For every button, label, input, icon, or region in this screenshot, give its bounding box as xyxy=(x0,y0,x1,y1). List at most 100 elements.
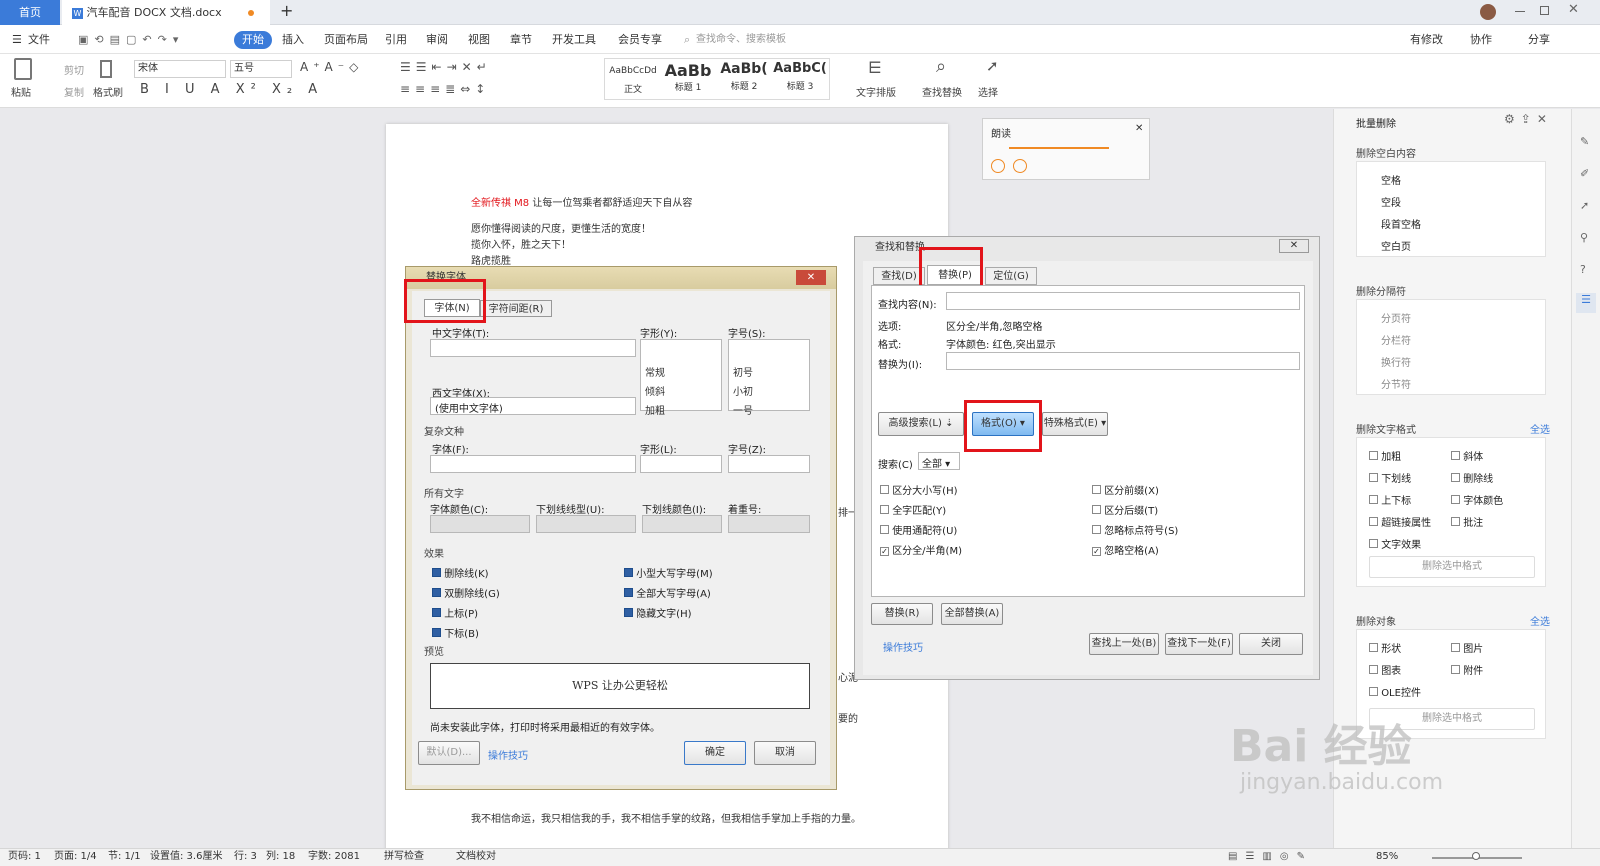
view-mode-icons[interactable]: ▤☰▥◎✎ xyxy=(1228,849,1313,865)
effect-hidden[interactable]: 隐藏文字(H) xyxy=(624,605,692,620)
close-button[interactable]: 关闭 xyxy=(1239,633,1303,655)
fmt-hyperlink-checkbox[interactable] xyxy=(1369,517,1378,526)
fmt-bold-checkbox[interactable] xyxy=(1369,451,1378,460)
complex-font-select[interactable] xyxy=(430,455,636,473)
fmt-comment-checkbox[interactable] xyxy=(1451,517,1460,526)
effect-hidden-checkbox[interactable] xyxy=(624,608,633,617)
spell-check-button[interactable]: 拼写检查 xyxy=(384,849,424,865)
menu-view[interactable]: 视图 xyxy=(468,31,490,49)
obj-picture[interactable]: 图片 xyxy=(1451,640,1483,655)
format-painter-button[interactable]: 格式刷 xyxy=(93,84,123,99)
command-search[interactable]: 查找命令、搜索模板 xyxy=(696,31,786,49)
restore-icon[interactable] xyxy=(1540,6,1549,15)
default-button[interactable]: 默认(D)... xyxy=(418,741,480,765)
fmt-color[interactable]: 字体颜色 xyxy=(1451,492,1503,507)
opt-prefix-checkbox[interactable] xyxy=(1092,485,1101,494)
opt-case-checkbox[interactable] xyxy=(880,485,889,494)
zoom-level[interactable]: 85% xyxy=(1376,849,1398,865)
select-icon[interactable]: ➚ xyxy=(986,57,999,75)
opt-width[interactable]: ✓ 区分全/半角(M) xyxy=(880,542,962,557)
obj-chart-checkbox[interactable] xyxy=(1369,665,1378,674)
fmt-bold[interactable]: 加粗 xyxy=(1369,448,1401,463)
find-dialog-close-icon[interactable]: ✕ xyxy=(1279,239,1309,253)
opt-prefix[interactable]: 区分前缀(X) xyxy=(1092,482,1159,497)
read-aloud-widget[interactable]: 朗读 ✕ xyxy=(982,118,1150,180)
tab-home[interactable]: 首页 xyxy=(0,0,60,25)
zoom-thumb[interactable] xyxy=(1472,852,1480,860)
opt-case[interactable]: 区分大小写(H) xyxy=(880,482,958,497)
advanced-search-button[interactable]: 高级搜索(L) ⇣ xyxy=(878,412,964,436)
style-gallery[interactable]: AaBbCcDd 正文 AaBb 标题 1 AaBb( 标题 2 AaBbC( … xyxy=(604,58,830,100)
menu-file[interactable]: 文件 xyxy=(28,31,50,49)
select-all-objects[interactable]: 全选 xyxy=(1530,613,1550,628)
paste-icon[interactable] xyxy=(14,58,32,80)
opt-width-checkbox[interactable]: ✓ xyxy=(880,547,889,556)
effect-strikethrough-checkbox[interactable] xyxy=(432,568,441,577)
effect-all-caps-checkbox[interactable] xyxy=(624,588,633,597)
replace-with-input[interactable] xyxy=(946,352,1300,370)
opt-wildcards[interactable]: 使用通配符(U) xyxy=(880,522,957,537)
doc-proof-button[interactable]: 文档校对 xyxy=(456,849,496,865)
ok-button[interactable]: 确定 xyxy=(684,741,746,765)
fmt-underline[interactable]: 下划线 xyxy=(1369,470,1411,485)
size-opt-1[interactable]: 初号 xyxy=(733,364,809,379)
tab-char-spacing[interactable]: 字符间距(R) xyxy=(480,300,552,317)
font-color-select[interactable] xyxy=(430,515,530,533)
hamburger-icon[interactable]: ☰ xyxy=(12,31,22,49)
effect-subscript[interactable]: 下标(B) xyxy=(432,625,479,640)
dialog-close-icon[interactable]: ✕ xyxy=(796,270,826,285)
opt-punct[interactable]: 忽略标点符号(S) xyxy=(1092,522,1178,537)
opt-suffix[interactable]: 区分后缀(T) xyxy=(1092,502,1158,517)
menu-member[interactable]: 会员专享 xyxy=(618,31,662,49)
tab-find[interactable]: 查找(D) xyxy=(873,267,925,285)
blank-item-para[interactable]: 空段 xyxy=(1381,194,1401,209)
side-icon-help[interactable]: ? xyxy=(1580,263,1586,276)
avatar[interactable] xyxy=(1480,4,1496,20)
menu-start[interactable]: 开始 xyxy=(234,31,272,49)
underline-color-select[interactable] xyxy=(642,515,722,533)
collaborate-button[interactable]: 协作 xyxy=(1470,31,1492,49)
paste-button[interactable]: 粘贴 xyxy=(11,84,31,99)
underline-style-select[interactable] xyxy=(536,515,636,533)
cn-font-select[interactable] xyxy=(430,339,636,357)
menu-references[interactable]: 引用 xyxy=(385,31,407,49)
align-icons[interactable]: ≡≡≡≣⇔↕ xyxy=(400,82,490,96)
fmt-color-checkbox[interactable] xyxy=(1451,495,1460,504)
panel-icons[interactable]: ⚙⇪✕ xyxy=(1504,112,1553,126)
tab-goto[interactable]: 定位(G) xyxy=(985,267,1037,285)
effect-strikethrough[interactable]: 删除线(K) xyxy=(432,565,489,580)
paragraph-icons[interactable]: ☰☰⇤⇥✕↵ xyxy=(400,60,492,74)
obj-attachment-checkbox[interactable] xyxy=(1451,665,1460,674)
opt-punct-checkbox[interactable] xyxy=(1092,525,1101,534)
blank-item-page[interactable]: 空白页 xyxy=(1381,238,1411,253)
opt-suffix-checkbox[interactable] xyxy=(1092,505,1101,514)
fmt-supsub[interactable]: 上下标 xyxy=(1369,492,1411,507)
fmt-strike[interactable]: 删除线 xyxy=(1451,470,1493,485)
font-name-select[interactable]: 宋体 xyxy=(134,60,226,78)
effect-superscript[interactable]: 上标(P) xyxy=(432,605,478,620)
complex-size-select[interactable] xyxy=(728,455,810,473)
side-icon-4[interactable]: ⚲ xyxy=(1580,231,1588,244)
menu-dev-tools[interactable]: 开发工具 xyxy=(552,31,596,49)
play-icon[interactable] xyxy=(991,159,1005,173)
fmt-italic-checkbox[interactable] xyxy=(1451,451,1460,460)
side-icon-3[interactable]: ➚ xyxy=(1580,199,1589,212)
minimize-icon[interactable] xyxy=(1515,11,1525,12)
menu-chapter[interactable]: 章节 xyxy=(510,31,532,49)
select-button[interactable]: 选择 xyxy=(978,84,998,99)
close-window-icon[interactable]: ✕ xyxy=(1568,2,1579,17)
search-scope-select[interactable]: 全部 ▾ xyxy=(918,452,960,470)
select-all-formats[interactable]: 全选 xyxy=(1530,421,1550,436)
quick-access-icons[interactable]: ▣⟲▤▢↶↷▾ xyxy=(78,31,184,49)
sep-item-column[interactable]: 分栏符 xyxy=(1381,332,1411,347)
find-next-button[interactable]: 查找下一处(F) xyxy=(1165,633,1233,655)
size-opt-3[interactable]: 一号 xyxy=(733,402,809,417)
size-list[interactable]: 初号 小初 一号 xyxy=(728,339,810,417)
sep-item-section[interactable]: 分节符 xyxy=(1381,376,1411,391)
west-font-select[interactable]: (使用中文字体) xyxy=(430,397,636,415)
effect-small-caps[interactable]: 小型大写字母(M) xyxy=(624,565,713,580)
complex-style-select[interactable] xyxy=(640,455,722,473)
menu-layout[interactable]: 页面布局 xyxy=(324,31,368,49)
find-dialog-tips[interactable]: 操作技巧 xyxy=(883,639,923,654)
has-changes-button[interactable]: 有修改 xyxy=(1410,31,1443,49)
